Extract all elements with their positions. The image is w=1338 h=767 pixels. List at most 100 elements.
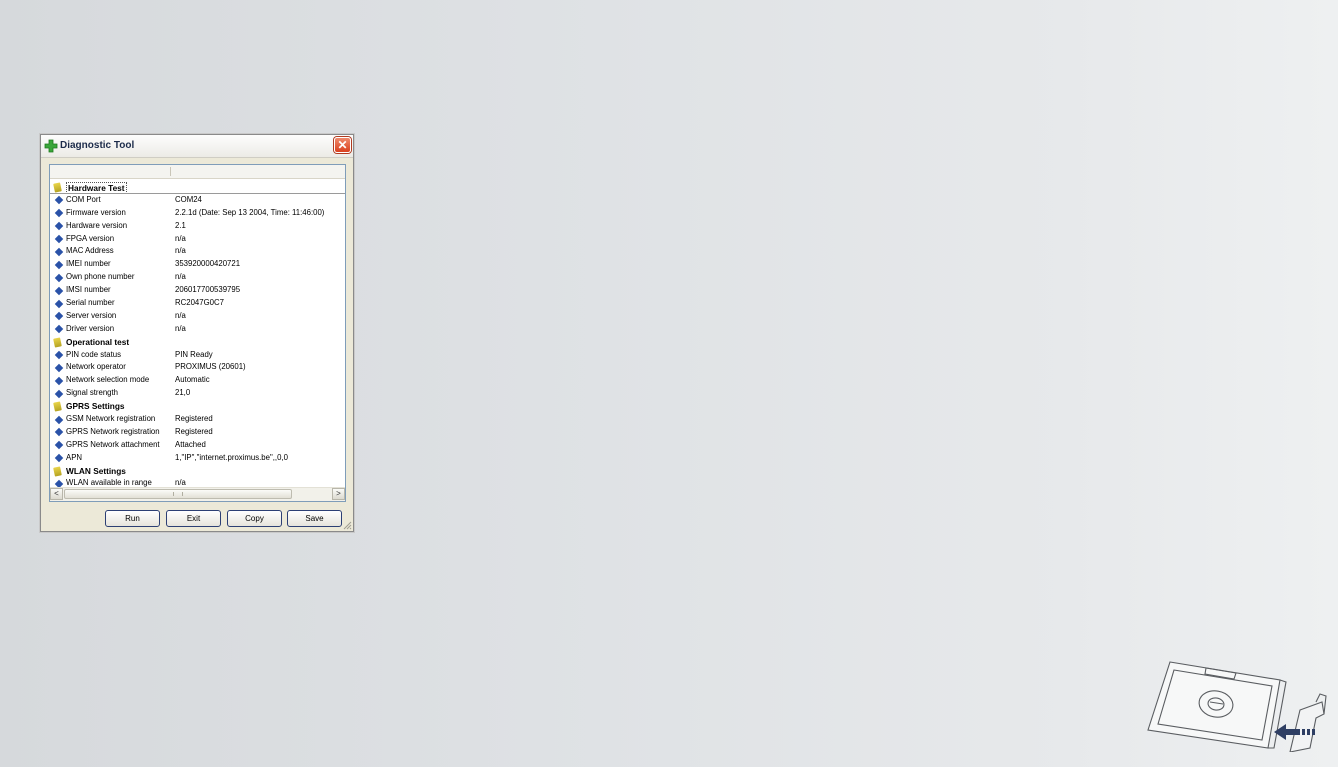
yellow-pencil-icon [53, 337, 62, 348]
row-label: Network selection mode [66, 375, 150, 385]
row-label: PIN code status [66, 349, 122, 359]
yellow-pencil-icon [53, 182, 62, 193]
row-label: FPGA version [66, 233, 115, 243]
row-label: GPRS Settings [66, 401, 125, 412]
row-label: WLAN Settings [66, 465, 126, 476]
scroll-right-button[interactable]: > [332, 488, 345, 500]
exit-button[interactable]: Exit [166, 510, 221, 527]
table-row[interactable]: GPRS Network registration Registered [50, 426, 345, 439]
row-value: PIN Ready [175, 349, 213, 359]
row-value: 21,0 [175, 388, 191, 398]
table-row[interactable]: GPRS Network attachment Attached [50, 439, 345, 452]
list-rows: Hardware Test COM Port COM24 Firmware versi… [50, 181, 345, 490]
table-row[interactable]: APN 1,"IP","internet.proximus.be",,0,0 [50, 452, 345, 465]
row-label: GPRS Network attachment [66, 439, 160, 449]
row-label: IMSI number [66, 285, 111, 295]
row-value: Automatic [175, 375, 210, 385]
blue-diamond-icon [54, 273, 64, 282]
row-label: COM Port [66, 194, 101, 204]
row-value: n/a [175, 323, 186, 333]
copy-button[interactable]: Copy [227, 510, 282, 527]
arrow-left-icon: < [54, 489, 59, 498]
row-label: Serial number [66, 298, 115, 308]
table-row[interactable]: Serial number RC2047G0C7 [50, 297, 345, 310]
blue-diamond-icon [54, 286, 64, 295]
yellow-pencil-icon [53, 401, 62, 412]
blue-diamond-icon [54, 299, 64, 308]
resize-grip-icon[interactable] [342, 520, 352, 530]
row-label: Hardware version [66, 220, 128, 230]
row-value: n/a [175, 272, 186, 282]
row-label: Driver version [66, 323, 115, 333]
diagnostic-cross-icon [44, 139, 58, 153]
blue-diamond-icon [54, 196, 64, 205]
row-value: n/a [175, 310, 186, 320]
close-icon: ✕ [337, 138, 348, 152]
table-row[interactable]: MAC Address n/a [50, 245, 345, 258]
blue-diamond-icon [54, 389, 64, 398]
table-row[interactable]: Signal strength 21,0 [50, 387, 345, 400]
window-title: Diagnostic Tool [60, 140, 135, 151]
row-value: 2.1 [175, 220, 186, 230]
table-row[interactable]: PIN code status PIN Ready [50, 349, 345, 362]
row-label: APN [66, 452, 83, 462]
row-value: n/a [175, 246, 186, 256]
row-value: 353920000420721 [175, 259, 241, 269]
table-row[interactable]: Driver version n/a [50, 323, 345, 336]
blue-diamond-icon [54, 376, 64, 386]
row-label: Signal strength [66, 388, 119, 398]
thumb-grip [173, 492, 183, 496]
table-row[interactable]: Hardware version 2.1 [50, 220, 345, 233]
table-row[interactable]: Server version n/a [50, 310, 345, 323]
diagnostic-tool-window: Diagnostic Tool ✕ Hardware Test COM Port C… [40, 134, 354, 532]
scroll-left-button[interactable]: < [50, 488, 63, 500]
blue-diamond-icon [54, 453, 64, 463]
blue-diamond-icon [54, 234, 64, 244]
row-value: Registered [175, 414, 213, 424]
save-button[interactable]: Save [287, 510, 342, 527]
row-label: Network operator [66, 362, 126, 372]
row-value: PROXIMUS (20601) [175, 362, 246, 372]
row-label: Own phone number [66, 272, 135, 282]
row-value: Registered [175, 426, 213, 436]
row-value: 2.2.1d (Date: Sep 13 2004, Time: 11:46:0… [175, 207, 325, 217]
table-row[interactable]: Network selection mode Automatic [50, 374, 345, 387]
table-row[interactable]: GSM Network registration Registered [50, 413, 345, 426]
section-row[interactable]: Hardware Test [50, 181, 345, 194]
title-bar[interactable]: Diagnostic Tool ✕ [41, 135, 353, 158]
table-row[interactable]: Network operator PROXIMUS (20601) [50, 361, 345, 374]
scroll-thumb[interactable] [64, 489, 292, 499]
blue-diamond-icon [54, 247, 64, 257]
row-value: COM24 [175, 194, 202, 204]
row-value: 206017700539795 [175, 285, 241, 295]
section-row[interactable]: WLAN Settings [50, 465, 345, 478]
table-row[interactable]: Own phone number n/a [50, 271, 345, 284]
blue-diamond-icon [54, 325, 64, 334]
section-row[interactable]: GPRS Settings [50, 400, 345, 413]
blue-diamond-icon [54, 260, 64, 270]
horizontal-scrollbar[interactable]: < > [50, 487, 345, 501]
table-row[interactable]: COM Port COM24 [50, 194, 345, 207]
blue-diamond-icon [54, 415, 64, 424]
row-label: Operational test [66, 336, 130, 347]
row-label: Firmware version [66, 207, 126, 217]
pc-card-insert-illustration [1147, 661, 1327, 752]
column-divider[interactable] [170, 167, 171, 176]
table-row[interactable]: IMEI number 353920000420721 [50, 258, 345, 271]
run-button[interactable]: Run [105, 510, 160, 527]
table-row[interactable]: Firmware version 2.2.1d (Date: Sep 13 200… [50, 207, 345, 220]
blue-diamond-icon [54, 350, 64, 360]
table-row[interactable]: FPGA version n/a [50, 233, 345, 246]
row-value: RC2047G0C7 [175, 298, 224, 308]
row-value: Attached [175, 439, 206, 449]
row-label: Server version [66, 310, 117, 320]
row-value: 1,"IP","internet.proximus.be",,0,0 [175, 452, 288, 462]
close-button[interactable]: ✕ [334, 137, 351, 153]
section-row[interactable]: Operational test [50, 336, 345, 349]
row-label: MAC Address [66, 246, 114, 256]
table-row[interactable]: IMSI number 206017700539795 [50, 284, 345, 297]
blue-diamond-icon [54, 221, 64, 231]
arrow-right-icon: > [336, 489, 341, 498]
diagnostic-list[interactable]: Hardware Test COM Port COM24 Firmware versi… [49, 164, 346, 502]
list-header[interactable] [50, 165, 345, 179]
